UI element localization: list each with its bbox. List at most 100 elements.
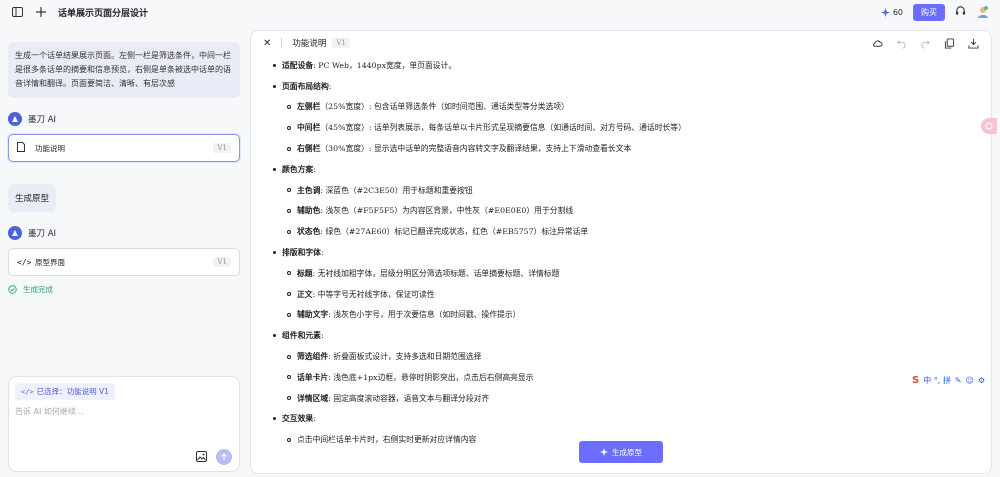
code-icon: </> (21, 387, 34, 396)
doc-line: 适配设备: PC Web，1440px宽度，单页面设计。 (273, 55, 991, 76)
chat-input[interactable]: 告诉 AI 如何继续… (15, 406, 233, 417)
doc-line-text: : 深蓝色（#2C3E50）用于标题和重要按钮 (320, 185, 473, 195)
document-icon (17, 142, 27, 154)
image-upload-icon[interactable] (196, 451, 207, 462)
doc-line: 正文: 中等字号无衬线字体，保证可读性 (273, 284, 991, 305)
chat-input-box[interactable]: </> 已选择：功能说明 V1 告诉 AI 如何继续… (8, 376, 240, 472)
doc-card-prototype[interactable]: </> 原型界面 V1 (8, 248, 240, 276)
doc-line-text: : 浅灰色（#F5F5F5）为内容区背景，中性灰（#E0E0E0）用于分割线 (320, 206, 574, 216)
bullet-icon (273, 63, 276, 67)
plus-icon[interactable] (34, 5, 48, 19)
doc-line-key: 主色调 (297, 185, 321, 195)
top-bar: 话单展示页面分层设计 60 购买 (0, 0, 1000, 24)
doc-line-text: 点击中间栏话单卡片时，右侧实时更新对应详情内容 (297, 435, 477, 445)
doc-card-feature-spec[interactable]: 功能说明 V1 (8, 134, 240, 162)
pencil-icon[interactable]: ✎ (955, 376, 962, 385)
sub-bullet-icon (287, 208, 291, 213)
sparkle-icon (600, 448, 608, 456)
divider (281, 38, 283, 48)
sub-bullet-icon (287, 312, 291, 317)
user-message: 生成一个话单结果展示页面。左侧一栏是筛选条件，中间一栏是很多条话单的摘要和信息预… (8, 42, 240, 98)
document-title: 功能说明 (292, 39, 327, 49)
sub-bullet-icon (287, 146, 291, 151)
ime-toolbar[interactable]: S 中 °, 拼 ✎ ☺ ⚙ (912, 373, 996, 387)
doc-line-key: 中间栏 (297, 123, 321, 133)
doc-line-key: 话单卡片 (297, 372, 329, 382)
doc-line-key: 标题 (297, 268, 313, 278)
sub-bullet-icon (287, 188, 291, 193)
document-header: ✕ 功能说明 V1 (251, 31, 991, 55)
ai-logo-icon (8, 226, 22, 240)
doc-line: 交互效果: (273, 409, 991, 430)
close-icon[interactable]: ✕ (263, 38, 271, 49)
generate-prototype-label: 生成原型 (612, 447, 642, 457)
smile-icon[interactable]: ☺ (966, 376, 974, 385)
doc-line-text: : (320, 331, 324, 341)
doc-line-key: 辅助色 (297, 206, 321, 216)
floating-assistant-icon[interactable] (981, 118, 997, 134)
avatar[interactable] (976, 5, 990, 19)
doc-line: 组件和元素: (273, 325, 991, 346)
chat-panel: 生成一个话单结果展示页面。左侧一栏是筛选条件，中间一栏是很多条话单的摘要和信息预… (8, 42, 240, 472)
bullet-icon (273, 251, 276, 255)
doc-line-text: : PC Web，1440px宽度，单页面设计。 (313, 60, 457, 70)
sub-bullet-icon (287, 396, 291, 401)
doc-line-text: : (320, 248, 324, 258)
ime-label: 中 °, 拼 (923, 375, 951, 385)
bullet-icon (273, 417, 276, 421)
copy-icon[interactable] (944, 37, 955, 49)
card-label: 原型界面 (35, 257, 65, 267)
sub-bullet-icon (287, 229, 291, 234)
doc-line-key: 左侧栏 (297, 102, 321, 112)
doc-line: 左侧栏 （25%宽度）: 包含话单筛选条件（如时间范围、通话类型等分类选项） (273, 97, 991, 118)
gear-icon[interactable]: ⚙ (978, 376, 985, 385)
doc-line: 主色调: 深蓝色（#2C3E50）用于标题和重要按钮 (273, 180, 991, 201)
sub-bullet-icon (287, 292, 291, 297)
doc-line-text: : 中等字号无衬线字体，保证可读性 (312, 289, 435, 299)
doc-line-text: : (313, 164, 316, 174)
headset-icon[interactable] (955, 5, 966, 19)
selected-context-tag[interactable]: </> 已选择：功能说明 V1 (15, 383, 115, 400)
bullet-icon (273, 334, 276, 338)
sparkle-icon (880, 7, 890, 17)
generate-prototype-button[interactable]: 生成原型 (579, 441, 663, 463)
document-version-badge: V1 (332, 38, 350, 48)
ai-logo-icon (8, 112, 22, 126)
doc-line: 话单卡片: 浅色底+1px边框，悬停时阴影突出，点击后右侧高亮显示 (273, 367, 991, 388)
sub-bullet-icon (287, 354, 291, 359)
doc-line: 右侧栏 （30%宽度）: 显示选中话单的完整语音内容转文字及翻译结果，支持上下滑动… (273, 138, 991, 159)
buy-button[interactable]: 购买 (913, 3, 945, 21)
doc-line-text: : 浅灰色小字号，用于次要信息（如时间戳、操作提示） (328, 310, 521, 320)
doc-line-text: （45%宽度）: 话单列表展示，每条话单以卡片形式呈现摘要信息（如通话时间、对方… (320, 123, 686, 133)
doc-line: 辅助色: 浅灰色（#F5F5F5）为内容区背景，中性灰（#E0E0E0）用于分割… (273, 201, 991, 222)
doc-line: 筛选组件: 折叠面板式设计，支持多选和日期范围选择 (273, 346, 991, 367)
doc-line: 状态色: 绿色（#27AE60）标记已翻译完成状态，红色（#EB5757）标注异… (273, 221, 991, 242)
doc-line-key: 页面布局结构 (282, 81, 329, 91)
sub-bullet-icon (287, 437, 291, 442)
send-button[interactable] (216, 449, 232, 465)
doc-line-text: : 无衬线加粗字体，层级分明区分筛选项标题、话单摘要标题、详情标题 (312, 268, 560, 278)
undo-icon[interactable] (896, 38, 907, 49)
doc-line-key: 状态色 (297, 227, 321, 237)
doc-line-key: 辅助文字 (297, 310, 329, 320)
document-panel: ✕ 功能说明 V1 适配设备: PC Web，1440px宽度，单页面设计。 页面… (250, 30, 992, 474)
ai-name: 墨刀 AI (28, 115, 57, 125)
arrow-up-icon (221, 453, 227, 460)
doc-line: 排版和字体: (273, 242, 991, 263)
doc-line-text: : (313, 414, 316, 424)
status-done: 生成完成 (8, 284, 240, 295)
done-text: 生成完成 (23, 285, 53, 294)
doc-line: 中间栏 （45%宽度）: 话单列表展示，每条话单以卡片形式呈现摘要信息（如通话时间… (273, 117, 991, 138)
card-label: 功能说明 (35, 143, 65, 153)
bullet-icon (273, 84, 276, 88)
bullet-icon (273, 167, 276, 171)
credits-value: 60 (892, 7, 903, 17)
download-icon[interactable] (968, 38, 979, 49)
sidebar-toggle-icon[interactable] (10, 5, 24, 19)
sub-bullet-icon (287, 271, 291, 276)
cloud-icon[interactable] (872, 38, 883, 49)
doc-line: 标题: 无衬线加粗字体，层级分明区分筛选项标题、话单摘要标题、详情标题 (273, 263, 991, 284)
redo-icon[interactable] (920, 38, 931, 49)
code-icon: </> (17, 257, 32, 267)
doc-line: 页面布局结构: (273, 76, 991, 97)
